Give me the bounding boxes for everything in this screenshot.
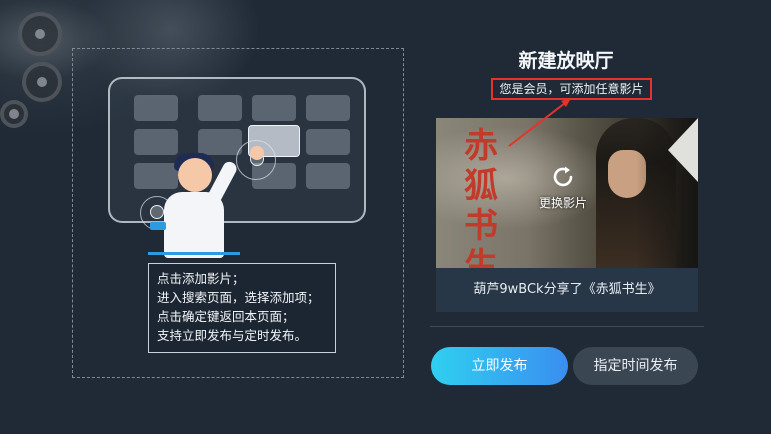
- tile: [306, 129, 350, 155]
- person-illustration: [164, 192, 224, 258]
- divider: [430, 326, 704, 327]
- tile: [252, 95, 296, 121]
- refresh-icon[interactable]: [550, 164, 576, 190]
- person-cuff: [150, 222, 166, 230]
- person-head: [178, 158, 212, 192]
- accent-line: [148, 252, 240, 255]
- share-info: 葫芦9wBCk分享了《赤狐书生》: [436, 268, 698, 312]
- instruction-line: 支持立即发布与定时发布。: [157, 328, 308, 343]
- tile: [134, 95, 178, 121]
- tile: [134, 163, 178, 189]
- film-reel-icon: [0, 100, 28, 128]
- publish-now-button[interactable]: 立即发布: [431, 347, 568, 385]
- instruction-line: 点击添加影片；: [157, 271, 245, 286]
- tile: [306, 95, 350, 121]
- instruction-line: 点击确定键返回本页面；: [157, 309, 295, 324]
- film-reel-icon: [22, 62, 62, 102]
- film-reel-icon: [18, 12, 62, 56]
- schedule-publish-button[interactable]: 指定时间发布: [573, 347, 698, 385]
- tile: [198, 95, 242, 121]
- change-movie-label[interactable]: 更换影片: [528, 194, 598, 211]
- tap-indicator: [150, 205, 164, 219]
- chevron-left-icon: [668, 118, 698, 182]
- instruction-line: 进入搜索页面，选择添加项；: [157, 290, 320, 305]
- tile: [198, 129, 242, 155]
- instruction-box: 点击添加影片； 进入搜索页面，选择添加项； 点击确定键返回本页面； 支持立即发布…: [148, 263, 336, 353]
- red-arrow-icon: [508, 98, 571, 147]
- tile: [134, 129, 178, 155]
- person-hand: [250, 146, 264, 160]
- tile: [306, 163, 350, 189]
- dialog-title: 新建放映厅: [518, 50, 614, 72]
